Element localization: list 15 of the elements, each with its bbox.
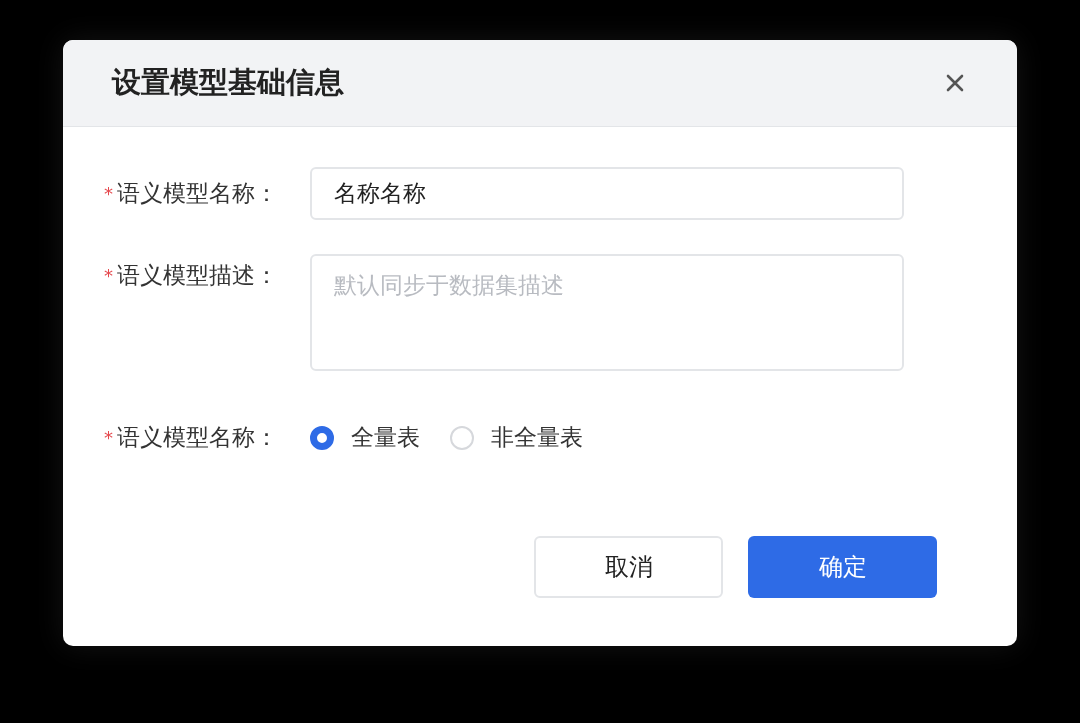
required-mark: *	[104, 427, 113, 448]
dialog-title: 设置模型基础信息	[112, 64, 344, 101]
field-label: 语义模型描述：	[117, 260, 278, 290]
required-mark: *	[104, 183, 113, 204]
field-label: 语义模型名称：	[117, 179, 278, 208]
description-input-field[interactable]: 默认同步于数据集描述	[310, 254, 904, 371]
name-input-field[interactable]: 名称名称	[310, 167, 904, 220]
radio-label: 非全量表	[491, 423, 583, 452]
radio-label: 全量表	[351, 423, 420, 452]
close-icon[interactable]	[945, 73, 965, 93]
radio-button[interactable]	[310, 425, 334, 450]
cancel-button[interactable]: 取消	[534, 536, 723, 598]
confirm-button[interactable]: 确定	[748, 536, 937, 598]
required-mark: *	[104, 264, 113, 286]
field-label: 语义模型名称：	[117, 423, 278, 452]
